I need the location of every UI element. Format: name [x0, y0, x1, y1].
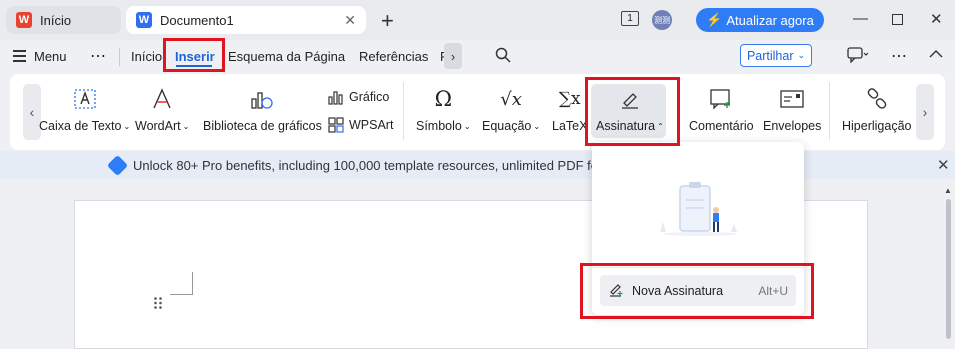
- wpsart-label: WPSArt: [349, 118, 394, 132]
- signature-pen-icon: [619, 86, 641, 112]
- wordart-button[interactable]: WordArt ⌄: [135, 86, 189, 133]
- wordart-icon: [150, 86, 174, 112]
- close-notification-icon[interactable]: ✕: [937, 156, 950, 174]
- hamburger-icon[interactable]: [13, 50, 26, 62]
- maximize-icon[interactable]: [892, 14, 903, 25]
- chart-library-icon: [250, 86, 274, 112]
- chart-button[interactable]: Gráfico: [328, 89, 389, 105]
- avatar[interactable]: 测测: [652, 10, 672, 30]
- upgrade-button[interactable]: ⚡ Atualizar agora: [696, 8, 824, 32]
- menu-divider: [119, 48, 120, 66]
- chart-label: Gráfico: [349, 90, 390, 104]
- ribbon-divider: [829, 82, 830, 140]
- wpsart-icon: [328, 117, 344, 133]
- ribbon-scroll-right-button[interactable]: ›: [916, 84, 934, 140]
- share-button[interactable]: Partilhar ⌄: [740, 44, 812, 67]
- new-signature-menu-item[interactable]: Nova Assinatura Alt+U: [600, 275, 796, 306]
- margin-corner-mark: [170, 272, 193, 295]
- notification-text[interactable]: Unlock 80+ Pro benefits, including 100,0…: [133, 158, 638, 173]
- close-tab-icon[interactable]: ✕: [344, 12, 356, 29]
- menu-tab-referencias[interactable]: Referências: [359, 49, 428, 64]
- comment-button[interactable]: Comentário: [689, 86, 754, 133]
- lightning-icon: ⚡: [706, 12, 723, 27]
- tab-home[interactable]: W Início: [6, 6, 121, 34]
- new-signature-shortcut: Alt+U: [758, 283, 788, 298]
- chart-library-button[interactable]: Biblioteca de gráficos: [203, 86, 322, 133]
- menu-tab-inserir[interactable]: Inserir: [175, 49, 215, 64]
- menu-tab-esquema[interactable]: Esquema da Página: [228, 49, 345, 64]
- more-options-icon[interactable]: ⋯: [891, 46, 907, 66]
- latex-icon: ∑x: [558, 89, 581, 109]
- more-icon[interactable]: ⋯: [90, 46, 106, 66]
- omega-icon: Ω: [434, 87, 452, 111]
- menu-scroll-right-button[interactable]: ›: [444, 43, 462, 69]
- diamond-icon: [106, 154, 129, 176]
- writer-doc-icon: W: [136, 12, 152, 28]
- text-box-icon: [73, 86, 97, 112]
- symbol-button[interactable]: Ω Símbolo ⌄: [416, 86, 471, 133]
- wps-logo-icon: W: [16, 12, 32, 28]
- wpsart-button[interactable]: WPSArt: [328, 117, 393, 133]
- share-label: Partilhar: [746, 48, 794, 63]
- chart-library-label: Biblioteca de gráficos: [203, 119, 322, 133]
- notification-bar: Unlock 80+ Pro benefits, including 100,0…: [0, 151, 955, 179]
- dropdown-divider: [592, 267, 804, 268]
- new-signature-pen-icon: [608, 281, 624, 300]
- latex-label: LaTeX: [552, 119, 588, 133]
- envelopes-button[interactable]: Envelopes: [763, 86, 821, 133]
- close-window-icon[interactable]: ✕: [930, 10, 943, 28]
- upgrade-label: Atualizar agora: [726, 12, 814, 28]
- scroll-thumb[interactable]: [945, 199, 951, 339]
- latex-button[interactable]: ∑x LaTeX: [552, 86, 587, 133]
- signature-button[interactable]: Assinatura ⌃: [596, 86, 664, 133]
- tab-home-label: Início: [40, 12, 72, 28]
- menu-button[interactable]: Menu: [34, 49, 67, 64]
- comment-menu-icon[interactable]: [847, 47, 869, 66]
- envelopes-label: Envelopes: [763, 119, 822, 133]
- equation-button[interactable]: √x Equação ⌄: [482, 86, 540, 134]
- menu-tab-inicio[interactable]: Início: [131, 49, 162, 64]
- equation-label: Equação: [482, 119, 532, 133]
- comment-icon: [709, 86, 733, 112]
- new-tab-button[interactable]: +: [381, 8, 394, 34]
- window-count-badge[interactable]: 1: [621, 11, 639, 26]
- tab-document[interactable]: W Documento1 ✕: [126, 6, 366, 34]
- envelope-icon: [780, 86, 804, 112]
- active-tab-underline: [176, 65, 212, 67]
- vertical-scrollbar[interactable]: ▲: [941, 183, 955, 349]
- link-icon: [865, 86, 889, 112]
- text-box-label: Caixa de Texto: [39, 119, 122, 133]
- tab-document-label: Documento1: [160, 12, 234, 28]
- chevron-down-icon: ⌄: [797, 50, 806, 60]
- equation-icon: √x: [500, 88, 522, 110]
- minimize-icon[interactable]: —: [853, 10, 868, 27]
- new-signature-label: Nova Assinatura: [632, 283, 724, 298]
- collapse-ribbon-icon[interactable]: [929, 47, 943, 62]
- search-icon[interactable]: [495, 47, 511, 66]
- scroll-up-icon[interactable]: ▲: [941, 186, 955, 195]
- wordart-label: WordArt: [135, 119, 181, 133]
- empty-signature-illustration: [655, 180, 745, 243]
- comment-label: Comentário: [689, 119, 754, 133]
- drag-handle-icon[interactable]: [154, 297, 162, 312]
- symbol-label: Símbolo: [416, 119, 462, 133]
- chart-icon: [328, 91, 343, 105]
- signature-label: Assinatura: [596, 119, 656, 133]
- hyperlink-label: Hiperligação: [842, 119, 912, 133]
- ribbon-divider: [403, 82, 404, 140]
- hyperlink-button[interactable]: Hiperligação: [842, 86, 911, 133]
- text-box-button[interactable]: Caixa de Texto ⌄: [39, 86, 130, 133]
